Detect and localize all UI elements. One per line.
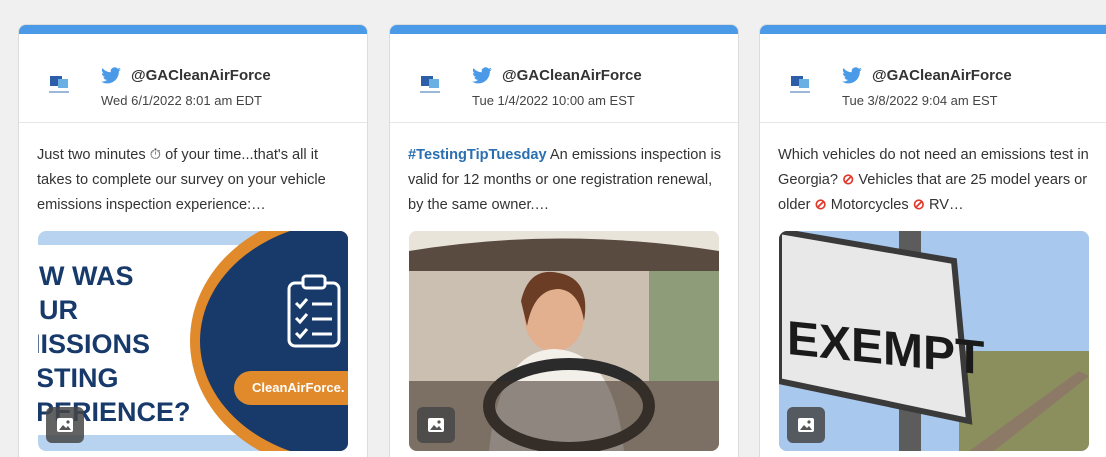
- post-date: Tue 3/8/2022 9:04 am EST: [842, 93, 998, 108]
- post-handle[interactable]: @GACleanAirForce: [872, 67, 1012, 84]
- post-text: #TestingTipTuesday An emissions inspecti…: [408, 147, 722, 213]
- image-url-pill: CleanAirForce.: [234, 371, 348, 405]
- post-image[interactable]: EXEMPT: [779, 231, 1089, 451]
- post-text: Which vehicles do not need an emissions …: [778, 147, 1089, 213]
- post-header: @GACleanAirForce Tue 1/4/2022 10:00 am E…: [390, 34, 738, 123]
- prohibited-icon: ⊘: [912, 197, 925, 213]
- hashtag-link[interactable]: #TestingTipTuesday: [408, 147, 547, 163]
- post-handle[interactable]: @GACleanAirForce: [131, 67, 271, 84]
- twitter-bird-icon: [842, 67, 862, 84]
- clipboard-icon: [287, 274, 341, 348]
- post-handle[interactable]: @GACleanAirForce: [502, 67, 642, 84]
- social-feed: @GACleanAirForce Wed 6/1/2022 8:01 am ED…: [0, 0, 1106, 457]
- twitter-bird-icon: [101, 67, 121, 84]
- avatar[interactable]: [418, 74, 444, 98]
- prohibited-icon: ⊘: [814, 197, 827, 213]
- post-header: @GACleanAirForce Tue 3/8/2022 9:04 am ES…: [760, 34, 1106, 123]
- post-header: @GACleanAirForce Wed 6/1/2022 8:01 am ED…: [19, 34, 367, 123]
- image-icon[interactable]: [417, 407, 455, 443]
- image-headline: OW WAS OUR MISSIONS ESTING XPERIENCE?: [38, 261, 191, 427]
- prohibited-icon: ⊘: [842, 172, 855, 188]
- avatar[interactable]: [788, 74, 814, 98]
- post-card-2[interactable]: @GACleanAirForce Tue 1/4/2022 10:00 am E…: [389, 24, 739, 457]
- image-icon[interactable]: [46, 407, 84, 443]
- post-image[interactable]: [409, 231, 719, 451]
- card-accent-bar: [19, 25, 367, 34]
- post-card-3[interactable]: @GACleanAirForce Tue 3/8/2022 9:04 am ES…: [759, 24, 1106, 457]
- exempt-sign-photo: EXEMPT: [779, 231, 1089, 451]
- post-date: Tue 1/4/2022 10:00 am EST: [472, 93, 635, 108]
- card-accent-bar: [390, 25, 738, 34]
- card-accent-bar: [760, 25, 1106, 34]
- post-text: Just two minutes ⏱ of your time...that's…: [37, 147, 326, 213]
- avatar[interactable]: [47, 74, 73, 98]
- driver-photo: [409, 231, 719, 451]
- image-icon[interactable]: [787, 407, 825, 443]
- twitter-bird-icon: [472, 67, 492, 84]
- post-card-1[interactable]: @GACleanAirForce Wed 6/1/2022 8:01 am ED…: [18, 24, 368, 457]
- post-image[interactable]: OW WAS OUR MISSIONS ESTING XPERIENCE? Cl…: [38, 231, 348, 451]
- post-date: Wed 6/1/2022 8:01 am EDT: [101, 93, 262, 108]
